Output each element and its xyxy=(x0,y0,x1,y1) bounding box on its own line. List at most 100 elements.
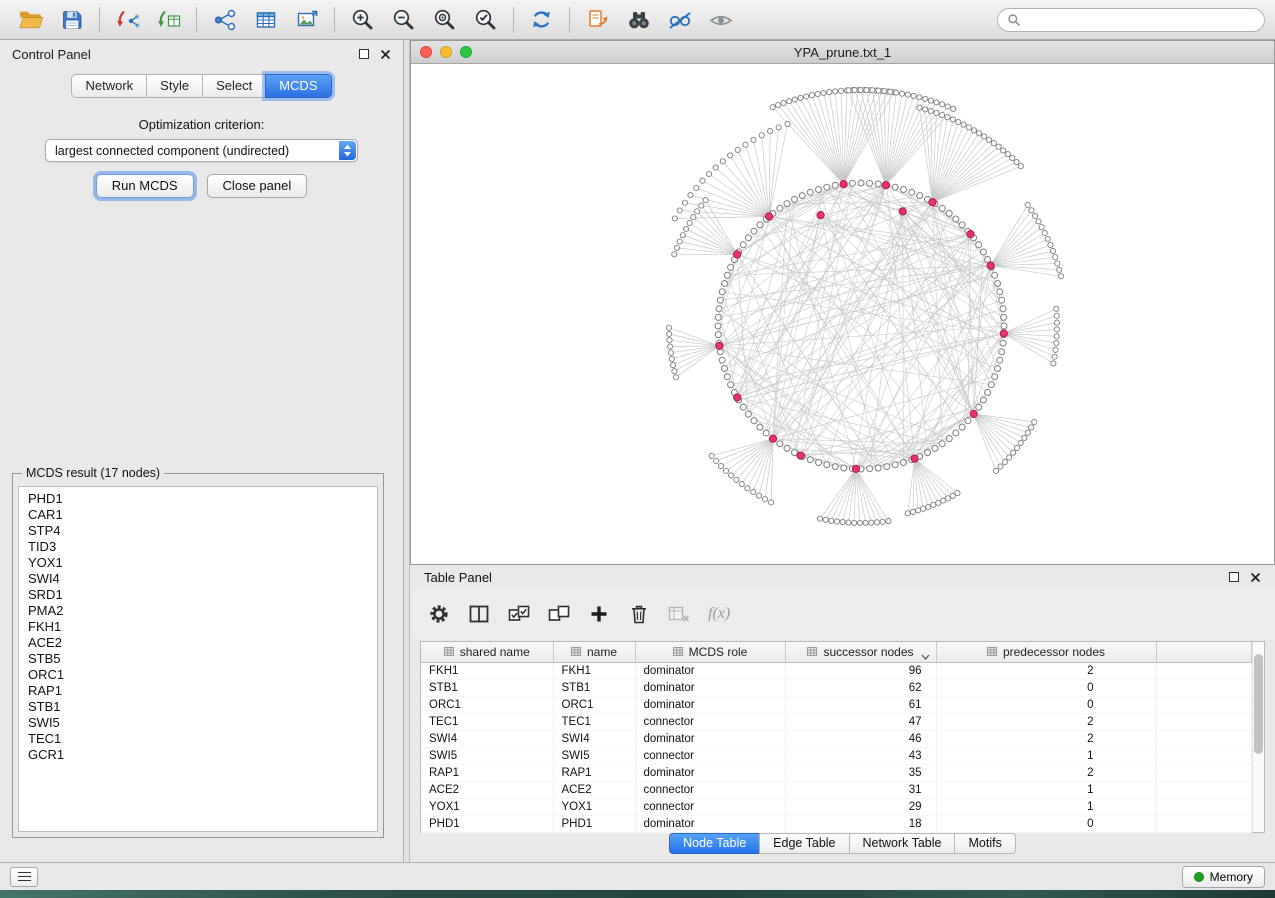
refresh-view-button[interactable] xyxy=(521,4,562,36)
mcds-result-item[interactable]: YOX1 xyxy=(28,555,368,571)
network-window-titlebar: YPA_prune.txt_1 xyxy=(411,41,1274,64)
network-canvas[interactable] xyxy=(411,64,1274,564)
mcds-result-item[interactable]: FKH1 xyxy=(28,619,368,635)
control-panel-title: Control Panel xyxy=(12,47,91,62)
column-header-successor-nodes[interactable]: successor nodes xyxy=(785,642,936,662)
table-row[interactable]: ORC1ORC1dominator610 xyxy=(421,696,1252,713)
float-table-panel-icon[interactable] xyxy=(1229,572,1239,582)
menu-button[interactable] xyxy=(10,867,38,887)
table-row[interactable]: SWI4SWI4dominator462 xyxy=(421,730,1252,747)
run-mcds-button[interactable]: Run MCDS xyxy=(96,174,194,198)
mcds-result-item[interactable]: STB1 xyxy=(28,699,368,715)
export-image-icon xyxy=(295,8,319,32)
mcds-result-item[interactable]: CAR1 xyxy=(28,507,368,523)
open-file-button[interactable] xyxy=(10,4,51,36)
columns-icon xyxy=(468,604,490,624)
zoom-in-button[interactable] xyxy=(342,4,383,36)
toggle-columns-button[interactable] xyxy=(462,599,496,629)
scrollbar-thumb[interactable] xyxy=(1254,654,1263,754)
close-panel-button[interactable]: Close panel xyxy=(207,174,308,198)
select-all-button[interactable] xyxy=(502,599,536,629)
search-input[interactable] xyxy=(1026,13,1255,27)
tab-style[interactable]: Style xyxy=(146,74,202,98)
mcds-result-item[interactable]: SWI4 xyxy=(28,571,368,587)
mcds-result-item[interactable]: GCR1 xyxy=(28,747,368,763)
main-toolbar xyxy=(0,0,1275,40)
tab-edge-table[interactable]: Edge Table xyxy=(759,833,848,854)
column-type-icon xyxy=(444,647,454,656)
import-network-button[interactable] xyxy=(107,4,148,36)
new-table-button[interactable] xyxy=(245,4,286,36)
table-settings-button[interactable] xyxy=(422,599,456,629)
table-row[interactable]: TEC1TEC1connector472 xyxy=(421,713,1252,730)
mcds-result-fieldset: MCDS result (17 nodes) PHD1CAR1STP4TID3Y… xyxy=(12,466,384,838)
table-row[interactable]: SWI5SWI5connector431 xyxy=(421,747,1252,764)
optimization-criterion-label: Optimization criterion: xyxy=(0,117,403,132)
tab-network-table[interactable]: Network Table xyxy=(849,833,955,854)
select-all-icon xyxy=(507,604,531,624)
export-image-button[interactable] xyxy=(286,4,327,36)
table-row[interactable]: RAP1RAP1dominator352 xyxy=(421,764,1252,781)
function-builder-button: f(x) xyxy=(708,605,730,623)
mcds-result-item[interactable]: TEC1 xyxy=(28,731,368,747)
mcds-result-item[interactable]: SRD1 xyxy=(28,587,368,603)
mcds-result-item[interactable]: TID3 xyxy=(28,539,368,555)
table-row[interactable]: PHD1PHD1dominator180 xyxy=(421,815,1252,832)
tab-mcds[interactable]: MCDS xyxy=(265,74,331,98)
import-table-button[interactable] xyxy=(148,4,189,36)
tab-network[interactable]: Network xyxy=(71,74,146,98)
column-type-icon xyxy=(673,647,683,656)
mcds-result-item[interactable]: STB5 xyxy=(28,651,368,667)
new-network-button[interactable] xyxy=(204,4,245,36)
tab-motifs[interactable]: Motifs xyxy=(954,833,1015,854)
table-scrollbar[interactable] xyxy=(1252,642,1264,832)
tab-node-table[interactable]: Node Table xyxy=(669,833,759,854)
deselect-all-button[interactable] xyxy=(542,599,576,629)
mcds-result-item[interactable]: ACE2 xyxy=(28,635,368,651)
import-network-icon xyxy=(115,8,141,32)
column-type-icon xyxy=(807,647,817,656)
table-row[interactable]: STB1STB1dominator620 xyxy=(421,679,1252,696)
plus-icon xyxy=(589,604,609,624)
toolbar-separator xyxy=(196,7,197,33)
close-panel-icon[interactable] xyxy=(380,49,391,60)
mcds-result-item[interactable]: SWI5 xyxy=(28,715,368,731)
zoom-out-button[interactable] xyxy=(383,4,424,36)
hamburger-icon xyxy=(18,872,31,881)
main-content: Control Panel Network Style Select MCDS … xyxy=(0,40,1275,862)
memory-button[interactable]: Memory xyxy=(1182,866,1265,888)
column-header-shared-name[interactable]: shared name xyxy=(421,642,553,662)
mcds-result-item[interactable]: RAP1 xyxy=(28,683,368,699)
tab-select[interactable]: Select xyxy=(202,74,265,98)
mcds-result-item[interactable]: ORC1 xyxy=(28,667,368,683)
add-row-button[interactable] xyxy=(582,599,616,629)
mcds-result-item[interactable]: PHD1 xyxy=(28,491,368,507)
table-row[interactable]: FKH1FKH1dominator962 xyxy=(421,662,1252,679)
hide-selected-button[interactable] xyxy=(659,4,700,36)
show-all-button[interactable] xyxy=(700,4,741,36)
node-table: shared name name xyxy=(420,641,1265,833)
copy-share-button[interactable] xyxy=(577,4,618,36)
save-session-button[interactable] xyxy=(51,4,92,36)
eye-icon xyxy=(708,8,734,32)
desktop-background xyxy=(0,890,1275,898)
column-header-mcds-role[interactable]: MCDS role xyxy=(635,642,785,662)
close-table-panel-icon[interactable] xyxy=(1250,572,1261,583)
dropdown-stepper-icon xyxy=(339,141,356,160)
search-box xyxy=(997,8,1265,32)
zoom-selected-button[interactable] xyxy=(465,4,506,36)
table-row[interactable]: YOX1YOX1connector291 xyxy=(421,798,1252,815)
mcds-result-item[interactable]: PMA2 xyxy=(28,603,368,619)
delete-row-button[interactable] xyxy=(622,599,656,629)
float-panel-icon[interactable] xyxy=(359,49,369,59)
table-row[interactable]: ACE2ACE2connector311 xyxy=(421,781,1252,798)
sort-chevron-icon[interactable] xyxy=(921,649,930,663)
zoom-in-icon xyxy=(350,7,375,32)
column-header-name[interactable]: name xyxy=(553,642,635,662)
mcds-result-item[interactable]: STP4 xyxy=(28,523,368,539)
mcds-result-title: MCDS result (17 nodes) xyxy=(22,466,164,480)
search-network-button[interactable] xyxy=(618,4,659,36)
zoom-fit-button[interactable] xyxy=(424,4,465,36)
column-header-predecessor-nodes[interactable]: predecessor nodes xyxy=(936,642,1156,662)
optimization-dropdown[interactable]: largest connected component (undirected) xyxy=(45,139,358,162)
